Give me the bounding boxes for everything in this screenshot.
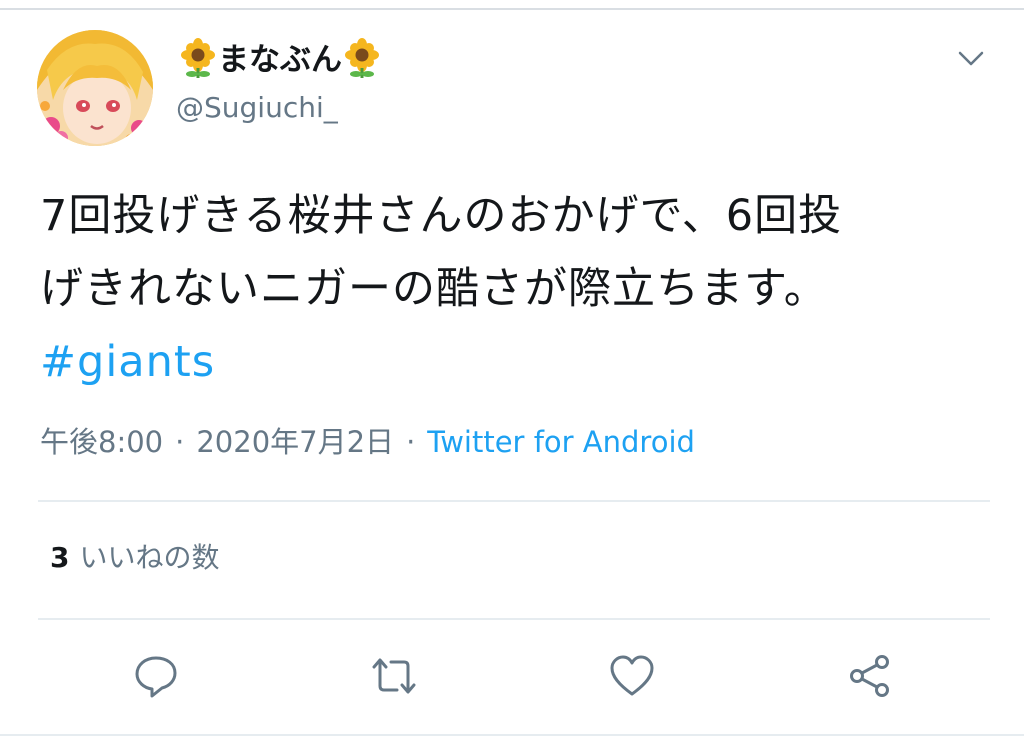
share-icon [850, 655, 889, 697]
client-link[interactable]: Twitter for Android [427, 425, 695, 459]
sunflower-icon [181, 38, 215, 78]
chevron-down-icon [958, 51, 984, 66]
display-name[interactable]: まなぶん [178, 38, 382, 82]
user-handle[interactable]: @Sugiuchi_ [176, 88, 338, 128]
divider [38, 500, 990, 502]
like-button[interactable] [608, 652, 656, 700]
tweet-menu-button[interactable] [955, 44, 987, 72]
meta-separator: · [175, 425, 185, 459]
divider [38, 618, 990, 620]
tweet-text: 7回投げきる桜井さんのおかげで、6回投 げきれないニガーの酷さが際立ちます。 #… [40, 180, 1000, 399]
tweet-text-line: げきれないニガーの酷さが際立ちます。 [40, 264, 828, 314]
reply-button[interactable] [132, 652, 180, 700]
likes-label: いいねの数 [79, 541, 220, 574]
tweet-time: 午後8:00 [40, 425, 164, 459]
tweet-text-line: 7回投げきる桜井さんのおかげで、6回投 [40, 191, 843, 241]
display-name-text: まなぶん [218, 42, 342, 78]
like-icon [610, 655, 654, 696]
reply-icon [135, 656, 177, 698]
likes-count: 3 [50, 541, 70, 574]
hashtag-link[interactable]: #giants [40, 326, 1000, 399]
sunflower-icon [345, 38, 379, 78]
likes-stat[interactable]: 3 いいねの数 [50, 537, 220, 579]
bottom-divider [0, 734, 1024, 736]
retweet-button[interactable] [370, 652, 418, 700]
meta-separator: · [406, 425, 416, 459]
avatar-image [37, 30, 153, 146]
top-divider [0, 8, 1024, 10]
retweet-icon [372, 658, 416, 694]
avatar[interactable] [37, 30, 153, 146]
tweet-date: 2020年7月2日 [196, 425, 395, 459]
tweet-meta: 午後8:00 · 2020年7月2日 · Twitter for Android [40, 421, 695, 463]
share-button[interactable] [846, 652, 894, 700]
